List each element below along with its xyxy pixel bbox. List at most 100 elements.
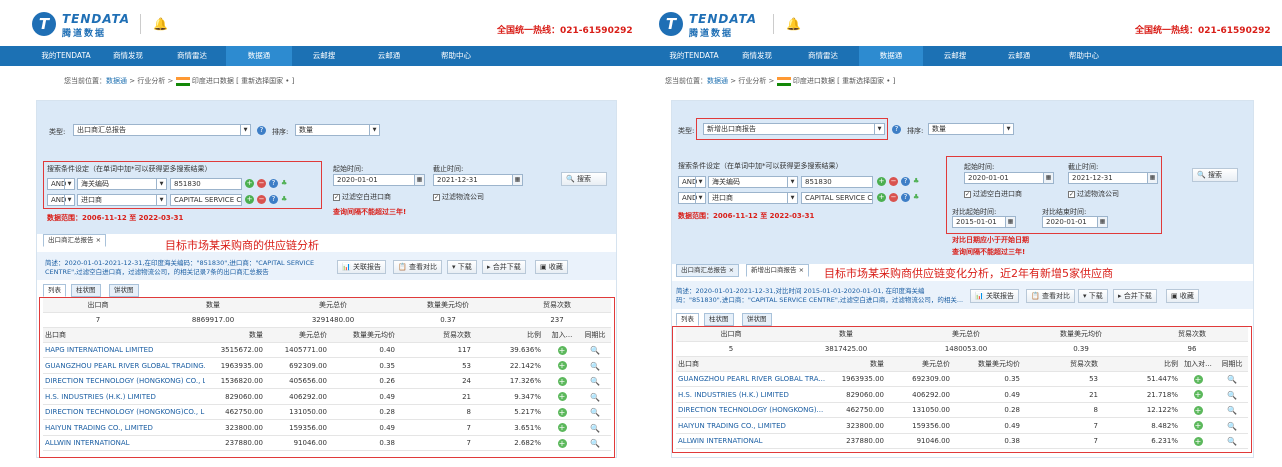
tab-exporter-summary[interactable]: 出口商汇总报告 × — [43, 234, 107, 247]
filter-blank-checkbox[interactable]: ✓ 过滤空白进口商 — [333, 192, 391, 202]
filter-logistics-checkbox[interactable]: ✓ 过滤物流公司 — [433, 192, 484, 202]
tree-icon[interactable]: ♣ — [913, 177, 919, 185]
sort-select[interactable]: 数量 ▼ — [928, 123, 1014, 135]
breadcrumb: 您当前位置：数据通 > 行业分析 > 印度进口数据 [ 重新选择国家 • ] — [64, 76, 294, 86]
crumb-link[interactable]: 数据通 — [106, 77, 127, 85]
remove-icon[interactable]: − — [889, 177, 898, 186]
download-button[interactable]: ▾ 下载 — [1078, 289, 1108, 303]
nav-mail-search[interactable]: 云邮搜 — [923, 46, 987, 66]
cond2-field[interactable]: 进口商 ▼ — [708, 192, 798, 204]
sort-select[interactable]: 数量 ▼ — [295, 124, 380, 136]
view-list[interactable]: 列表 — [676, 313, 699, 326]
nav-radar[interactable]: 商情雷达 — [158, 46, 226, 66]
report-container: 类型: 新增出口商报告 ▼ ? 排序: 数量 ▼ 搜索条件设定（在单词中加*可以获得… — [671, 100, 1254, 458]
nav-radar[interactable]: 商情雷达 — [787, 46, 859, 66]
view-tabs: 列表 柱状图 饼状图 — [676, 313, 816, 326]
cond1-field[interactable]: 海关编码 ▼ — [708, 176, 798, 188]
site-header: T TENDATA 腾道数据 🔔 全国统一热线：021-61590292 — [641, 0, 1282, 46]
tab-exporter-summary[interactable]: 出口商汇总报告 × — [676, 264, 740, 277]
tendata-logo[interactable]: T TENDATA 腾道数据 — [659, 12, 756, 39]
sort-value: 数量 — [932, 125, 946, 133]
type-value: 出口商汇总报告 — [77, 126, 126, 134]
reselect-country-link[interactable]: [ 重新选择国家 • ] — [837, 77, 895, 85]
nav-mail-search[interactable]: 云邮搜 — [292, 46, 356, 66]
view-bar[interactable]: 柱状图 — [71, 284, 101, 297]
help-icon[interactable]: ? — [892, 125, 901, 134]
end-date-input[interactable]: 2021-12-31 ▦ — [433, 174, 523, 186]
close-icon[interactable]: × — [96, 236, 101, 244]
view-list[interactable]: 列表 — [43, 284, 66, 297]
compare-button[interactable]: 📋 查看对比 — [393, 260, 442, 274]
view-pie[interactable]: 饼状图 — [742, 313, 772, 326]
help-icon[interactable]: ? — [901, 177, 910, 186]
merge-download-label: 合并下载 — [492, 263, 521, 271]
nav-help[interactable]: 帮助中心 — [422, 46, 490, 66]
nav-mail[interactable]: 云邮通 — [987, 46, 1051, 66]
logo-text-en: TENDATA — [62, 12, 131, 26]
related-report-button[interactable]: 📊 关联报告 — [337, 260, 386, 274]
tab1-label: 出口商汇总报告 — [681, 266, 727, 274]
nav-data[interactable]: 数据通 — [859, 46, 923, 66]
header-divider — [140, 14, 141, 34]
cond1-op[interactable]: AND ▼ — [678, 176, 706, 188]
chevron-down-icon: ▼ — [1003, 124, 1013, 134]
view-bar[interactable]: 柱状图 — [704, 313, 734, 326]
type-label: 类型: — [49, 128, 66, 136]
tendata-logo[interactable]: T TENDATA 腾道数据 — [32, 12, 129, 39]
nav-discover[interactable]: 商情发现 — [727, 46, 787, 66]
cond1-input[interactable]: 851830 — [801, 176, 873, 188]
calendar-icon[interactable]: ▦ — [414, 175, 424, 185]
remove-icon[interactable]: − — [889, 193, 898, 202]
crumb-link[interactable]: 数据通 — [707, 77, 728, 85]
nav-discover[interactable]: 商情发现 — [98, 46, 158, 66]
type-select[interactable]: 出口商汇总报告 ▼ — [73, 124, 251, 136]
add-icon[interactable]: + — [877, 177, 886, 186]
bell-icon[interactable]: 🔔 — [786, 17, 801, 31]
highlight-type — [696, 118, 888, 140]
interval-note: 查询间隔不能超过三年! — [952, 248, 1026, 256]
help-icon[interactable]: ? — [257, 126, 266, 135]
logo-text-cn: 腾道数据 — [62, 29, 107, 39]
crumb-prefix: 您当前位置： — [665, 77, 707, 85]
nav-my-tendata[interactable]: 我的TENDATA — [34, 46, 98, 66]
hotline: 全国统一热线：021-61590292 — [1135, 26, 1271, 36]
tab-new-exporters[interactable]: 新增出口商报告 × — [746, 264, 810, 277]
data-range: 数据范围：2006-11-12 至 2022-03-31 — [678, 211, 814, 221]
cond2-input[interactable]: CAPITAL SERVICE CE — [801, 192, 873, 204]
search-button[interactable]: 🔍 搜索 — [561, 172, 607, 186]
start-date-input[interactable]: 2020-01-01 ▦ — [333, 174, 425, 186]
related-report-label: 关联报告 — [352, 263, 381, 271]
merge-download-button[interactable]: ▸ 合并下载 — [482, 260, 526, 274]
cond2-op[interactable]: AND ▼ — [678, 192, 706, 204]
add-icon[interactable]: + — [877, 193, 886, 202]
close-icon[interactable]: × — [729, 266, 734, 274]
condition-title: 搜索条件设定（在单词中加*可以获得更多搜索结果） — [678, 162, 843, 170]
help-icon[interactable]: ? — [901, 193, 910, 202]
checkbox-icon: ✓ — [433, 193, 440, 201]
related-report-button[interactable]: 📊 关联报告 — [970, 289, 1019, 303]
main-nav: 我的TENDATA 商情发现 商情雷达 数据通 云邮搜 云邮通 帮助中心 — [641, 46, 1282, 66]
tree-icon[interactable]: ♣ — [913, 193, 919, 201]
right-screenshot: T TENDATA 腾道数据 🔔 全国统一热线：021-61590292 我的T… — [641, 0, 1282, 467]
sort-label: 排序: — [272, 128, 289, 136]
nav-help[interactable]: 帮助中心 — [1051, 46, 1117, 66]
favorite-button[interactable]: ▣ 收藏 — [535, 260, 568, 274]
merge-download-label: 合并下载 — [1123, 292, 1152, 300]
chk1-label: 过滤空白进口商 — [342, 193, 391, 201]
merge-download-button[interactable]: ▸ 合并下载 — [1113, 289, 1157, 303]
view-pie[interactable]: 饼状图 — [109, 284, 139, 297]
search-button[interactable]: 🔍 搜索 — [1192, 168, 1238, 182]
crumb-mid: > 行业分析 > — [127, 77, 176, 85]
favorite-button[interactable]: ▣ 收藏 — [1166, 289, 1199, 303]
close-icon[interactable]: × — [799, 266, 804, 274]
crumb-country: 印度进口数据 — [191, 77, 234, 85]
nav-data[interactable]: 数据通 — [226, 46, 292, 66]
download-button[interactable]: ▾ 下载 — [447, 260, 477, 274]
calendar-icon[interactable]: ▦ — [512, 175, 522, 185]
nav-my-tendata[interactable]: 我的TENDATA — [661, 46, 727, 66]
reselect-country-link[interactable]: [ 重新选择国家 • ] — [236, 77, 294, 85]
compare-button[interactable]: 📋 查看对比 — [1026, 289, 1075, 303]
bell-icon[interactable]: 🔔 — [153, 17, 168, 31]
end-label: 截止时间: — [433, 165, 464, 173]
nav-mail[interactable]: 云邮通 — [356, 46, 422, 66]
